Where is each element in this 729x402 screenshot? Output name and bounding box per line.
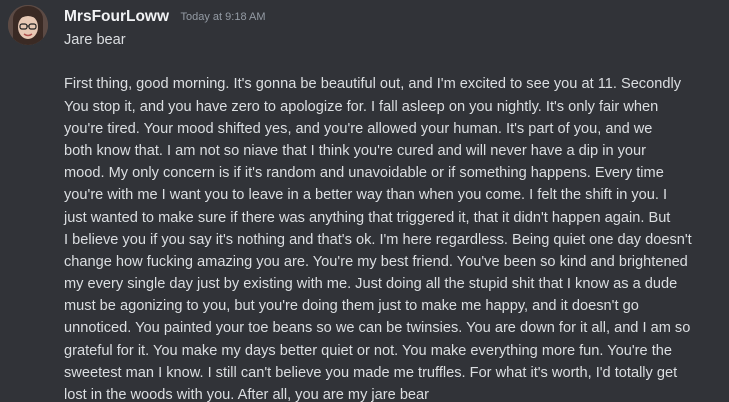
message-line: Jare bear bbox=[64, 32, 126, 48]
message-content: Jare bear First thing, good morning. It'… bbox=[64, 29, 720, 402]
message-line: change how fucking amazing you are. You'… bbox=[64, 253, 688, 270]
message-line: you're with me I want you to leave in a … bbox=[64, 187, 668, 204]
avatar-image bbox=[8, 5, 48, 45]
message-line: just wanted to make sure if there was an… bbox=[64, 209, 671, 226]
message-line: both know that. I am not so niave that I… bbox=[64, 142, 647, 159]
username[interactable]: MrsFourLoww bbox=[64, 8, 169, 25]
message-line: grateful for it. You make my days better… bbox=[64, 342, 672, 359]
message-line: sweetest man I know. I still can't belie… bbox=[64, 364, 678, 381]
timestamp[interactable]: Today at 9:18 AM bbox=[181, 11, 266, 23]
message-header: MrsFourLoww Today at 9:18 AM bbox=[64, 7, 266, 27]
chat-message: MrsFourLoww Today at 9:18 AM Jare bear F… bbox=[0, 0, 729, 402]
message-line: my every single day just by existing wit… bbox=[64, 276, 678, 293]
message-line: mood. My only concern is if it's random … bbox=[64, 165, 664, 182]
message-line: First thing, good morning. It's gonna be… bbox=[64, 76, 681, 93]
message-line: I believe you if you say it's nothing an… bbox=[64, 231, 692, 248]
avatar[interactable] bbox=[8, 5, 48, 45]
message-line: must be agonizing to you, but you're doi… bbox=[64, 298, 639, 315]
message-line: unnoticed. You painted your toe beans so… bbox=[64, 320, 691, 337]
message-line: you're tired. Your mood shifted yes, and… bbox=[64, 120, 653, 137]
message-line: You stop it, and you have zero to apolog… bbox=[64, 98, 659, 115]
message-line: lost in the woods with you. After all, y… bbox=[64, 387, 430, 402]
